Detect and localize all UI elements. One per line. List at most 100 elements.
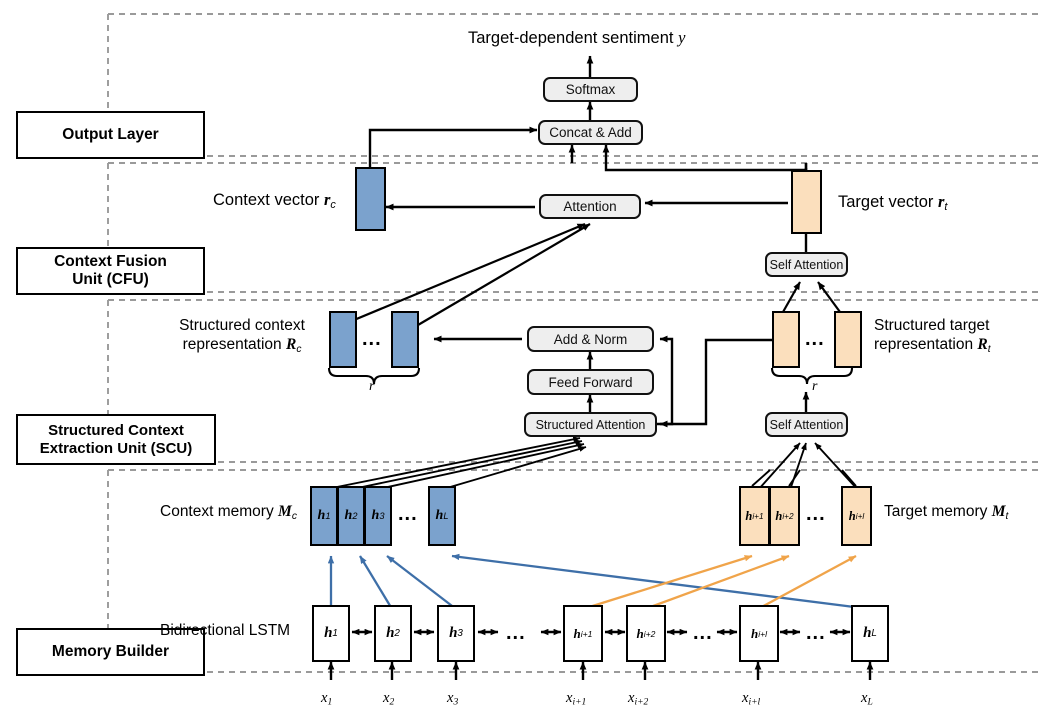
add-norm-block[interactable]: Add & Norm [527, 326, 654, 352]
lstm-cell-2: h2 [374, 605, 412, 662]
structured-context-rep-label: Structured context representation Rc [163, 316, 321, 357]
target-memory-cell-1-var: h [745, 508, 753, 523]
context-vector-label: Context vector rc [213, 190, 336, 211]
context-brace-label-text: r [369, 379, 375, 394]
diagram-connections [107, 13, 1038, 680]
context-memory-cell-1: h1 [310, 486, 338, 546]
lstm-cell-i1: h i+1 [563, 605, 603, 662]
lstm-cell-3-sub: 3 [457, 628, 463, 639]
target-memory-cell-1: h i+1 [739, 486, 770, 546]
softmax-label: Softmax [565, 82, 616, 97]
lstm-cell-3: h3 [437, 605, 475, 662]
context-memory-cell-L: hL [428, 486, 456, 546]
self-attention-block-cfu[interactable]: Self Attention [765, 252, 848, 277]
context-vector-subscript: c [330, 199, 336, 212]
page-title: Target-dependent sentiment y [468, 28, 685, 48]
lstm-cell-i1-var: h [573, 625, 581, 641]
context-memory-cell-3: h3 [364, 486, 392, 546]
lstm-ellipsis-2: ... [693, 622, 713, 645]
lstm-cell-1-var: h [324, 625, 333, 641]
attention-label-cfu: Attention [563, 199, 617, 214]
context-memory-cell-1-var: h [317, 508, 326, 523]
target-memory-variable: M [991, 503, 1006, 520]
structured-target-rep-ellipsis-text: ... [805, 328, 825, 350]
section-label-cfu-line1: Context Fusion [54, 252, 167, 270]
target-memory-cell-3-var: h [848, 508, 856, 523]
structured-target-rep-subscript: t [987, 344, 991, 356]
context-memory-cell-3-sub: 3 [379, 511, 385, 521]
input-label-L: xL [861, 690, 873, 708]
target-memory-cell-3: h i+l [841, 486, 872, 546]
self-attention-label-cfu: Self Attention [769, 257, 844, 272]
structured-target-rep-box-2 [834, 311, 862, 368]
context-brace-label: r [369, 379, 374, 395]
structured-attention-block[interactable]: Structured Attention [524, 412, 657, 437]
context-memory-cell-2: h2 [337, 486, 365, 546]
target-vector-subscript: t [944, 201, 948, 214]
softmax-block[interactable]: Softmax [543, 77, 638, 102]
context-memory-cell-3-var: h [371, 508, 380, 523]
input-label-il-sub: i+l [748, 696, 761, 708]
input-label-3-sub: 3 [453, 696, 459, 708]
context-memory-cell-2-sub: 2 [352, 511, 358, 521]
structured-context-rep-variable: R [285, 336, 297, 354]
input-label-L-sub: L [867, 696, 873, 708]
page-title-variable: y [678, 28, 686, 47]
structured-context-rep-box-2 [391, 311, 419, 368]
structured-target-rep-label: Structured target representation Rt [874, 316, 991, 357]
target-memory-subscript: t [1005, 510, 1009, 522]
input-label-2: x2 [383, 690, 394, 708]
target-vector-label-text: Target vector [838, 193, 934, 211]
lstm-cell-il-sub: i+l [758, 628, 768, 639]
lstm-cell-il-var: h [750, 625, 759, 641]
target-memory-cell-2-sub: i+2 [782, 511, 794, 521]
context-memory-label: Context memory Mc [160, 503, 297, 522]
context-memory-ellipsis: ... [398, 503, 418, 526]
structured-context-rep-line1: Structured context [179, 317, 305, 334]
input-label-2-sub: 2 [389, 696, 395, 708]
context-memory-cell-L-sub: L [443, 511, 449, 521]
section-label-scu: Structured Context Extraction Unit (SCU) [16, 414, 216, 465]
self-attention-block-scu[interactable]: Self Attention [765, 412, 848, 437]
target-memory-cell-3-sub: i+l [855, 511, 865, 521]
bilstm-label: Bidirectional LSTM [160, 622, 290, 640]
structured-context-rep-ellipsis: ... [362, 328, 382, 351]
lstm-ellipsis-1: ... [506, 622, 526, 645]
section-label-output-layer-text: Output Layer [62, 125, 159, 143]
context-vector-box [355, 167, 386, 231]
structured-attention-label: Structured Attention [535, 417, 646, 432]
input-label-1: x1 [321, 690, 332, 708]
structured-target-rep-line1: Structured target [874, 317, 990, 334]
input-label-1-sub: 1 [327, 696, 333, 708]
concat-add-block[interactable]: Concat & Add [538, 120, 643, 145]
architecture-diagram: Output Layer Context Fusion Unit (CFU) S… [0, 0, 1050, 722]
input-label-i1: xi+1 [566, 690, 586, 708]
feed-forward-block[interactable]: Feed Forward [527, 369, 654, 395]
target-memory-cell-2: h i+2 [769, 486, 800, 546]
lstm-cell-L-var: h [863, 625, 872, 641]
context-memory-subscript: c [291, 510, 297, 522]
lstm-cell-L: hL [851, 605, 889, 662]
page-title-text: Target-dependent sentiment [468, 29, 674, 47]
context-memory-label-text: Context memory [160, 503, 274, 520]
lstm-ellipsis-1-text: ... [506, 622, 526, 644]
input-label-il: xi+l [742, 690, 760, 708]
target-memory-cell-2-var: h [775, 508, 783, 523]
target-memory-ellipsis: ... [806, 503, 826, 526]
input-label-i2-sub: i+2 [634, 696, 649, 708]
input-label-3: x3 [447, 690, 458, 708]
structured-context-rep-subscript: c [296, 344, 302, 356]
section-label-cfu: Context Fusion Unit (CFU) [16, 247, 205, 295]
section-label-scu-line2: Extraction Unit (SCU) [39, 439, 193, 457]
lstm-cell-2-sub: 2 [394, 628, 400, 639]
lstm-ellipsis-3: ... [806, 622, 826, 645]
lstm-cell-1-sub: 1 [332, 628, 338, 639]
target-brace-label: r [812, 379, 817, 395]
structured-target-rep-line2: representation [874, 336, 974, 354]
structured-context-rep-ellipsis-text: ... [362, 328, 382, 350]
lstm-cell-3-var: h [449, 625, 458, 641]
add-norm-label: Add & Norm [553, 331, 628, 347]
lstm-cell-il: h i+l [739, 605, 779, 662]
self-attention-label-scu: Self Attention [769, 417, 844, 432]
attention-block-cfu[interactable]: Attention [539, 194, 641, 219]
